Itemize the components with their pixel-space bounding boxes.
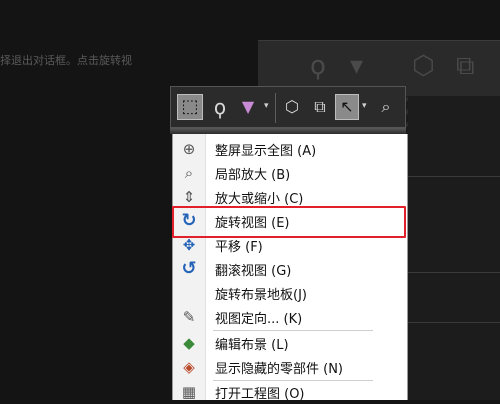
roll-view-icon: ↺ [181,258,197,279]
menu-item-rotate-scene-floor[interactable]: 旋转布景地板(J) [173,281,407,305]
menu-item-zoom-in-out[interactable]: ⇕ 放大或缩小 (C) [173,185,407,209]
lasso-icon: ϙ [213,95,227,119]
menu-item-label: 旋转布景地板(J) [215,287,307,303]
menu-item-label: 显示隐藏的零部件 (N) [215,361,344,377]
menu-item-zoom-to-fit[interactable]: ⊕ 整屏显示全图 (A) [173,137,407,161]
zoom-in-out-icon: ⇕ [182,187,196,206]
zoom-area-icon: ⌕ [184,163,194,182]
view-cube-icon: ⧉ [456,51,475,81]
select-arrow-button[interactable]: ↖ [335,94,359,120]
zoom-fit-icon: ⊕ [182,139,196,158]
lasso-button[interactable]: ϙ [207,94,233,120]
menu-item-label: 平移 (F) [215,239,263,255]
menu-item-label: 编辑布景 (L) [215,337,289,353]
filter-button[interactable]: ▼ [235,94,261,120]
rotate-view-icon: ↻ [181,210,197,231]
lasso-icon: ϙ [310,51,326,81]
magnify-icon: ⌕ [381,97,391,116]
background-menu-panel [408,96,500,400]
menu-item-label: 打开工程图 (O) [215,386,305,402]
view-orient-icon: ⬡ [285,97,299,116]
menu-item-show-hidden-components[interactable]: ◈ 显示隐藏的零部件 (N) [173,355,407,379]
view-orient-button[interactable]: ⬡ [279,94,305,120]
open-drawing-icon: ▦ [181,382,197,401]
box-select-icon: ⬚ [181,96,199,117]
view-cube-button[interactable]: ⧉ [307,94,333,120]
view-context-menu: ⊕ 整屏显示全图 (A) ⌕ 局部放大 (B) ⇕ 放大或缩小 (C) ↻ 旋转… [172,134,408,402]
menu-item-zoom-area[interactable]: ⌕ 局部放大 (B) [173,161,407,185]
filter-icon: ▾ [350,51,364,81]
menu-item-open-drawing[interactable]: ▦ 打开工程图 (O) [173,380,407,404]
menu-item-label: 局部放大 (B) [215,167,291,183]
menu-item-label: 整屏显示全图 (A) [215,143,317,159]
menu-item-label: 旋转视图 (E) [215,215,290,231]
menu-item-roll-view[interactable]: ↺ 翻滚视图 (G) [173,257,407,281]
menu-item-view-orientation[interactable]: ✎ 视图定向... (K) [173,305,407,329]
menu-item-edit-scene[interactable]: ◆ 编辑布景 (L) [173,331,407,355]
menu-item-label: 翻滚视图 (G) [215,263,292,279]
view-toolbar: ⬚ ϙ ▼ ▾ ⬡ ⧉ ↖ ▾ ⌕ [170,86,406,128]
menu-item-rotate-view[interactable]: ↻ 旋转视图 (E) [173,209,407,233]
show-hidden-components-icon: ◈ [183,357,195,376]
menu-item-label: 视图定向... (K) [215,311,303,327]
pan-icon: ✥ [182,235,196,254]
select-dropdown-caret-icon[interactable]: ▾ [362,101,367,111]
edit-scene-icon: ◆ [183,333,195,352]
menu-item-label: 放大或缩小 (C) [215,191,304,207]
view-cube-icon: ⧉ [314,97,326,116]
filter-icon: ▼ [241,97,255,116]
view-orientation-icon: ✎ [182,307,196,326]
menu-item-pan[interactable]: ✥ 平移 (F) [173,233,407,257]
view-orient-icon: ⬡ [412,51,435,81]
toolbar-separator [275,93,276,123]
filter-dropdown-caret-icon[interactable]: ▾ [264,101,269,111]
cursor-arrow-icon: ↖ [340,97,354,116]
box-select-button[interactable]: ⬚ [177,94,203,120]
magnify-button[interactable]: ⌕ [373,94,399,120]
background-hint-text: 择退出对话框。点击旋转视 [0,54,132,67]
